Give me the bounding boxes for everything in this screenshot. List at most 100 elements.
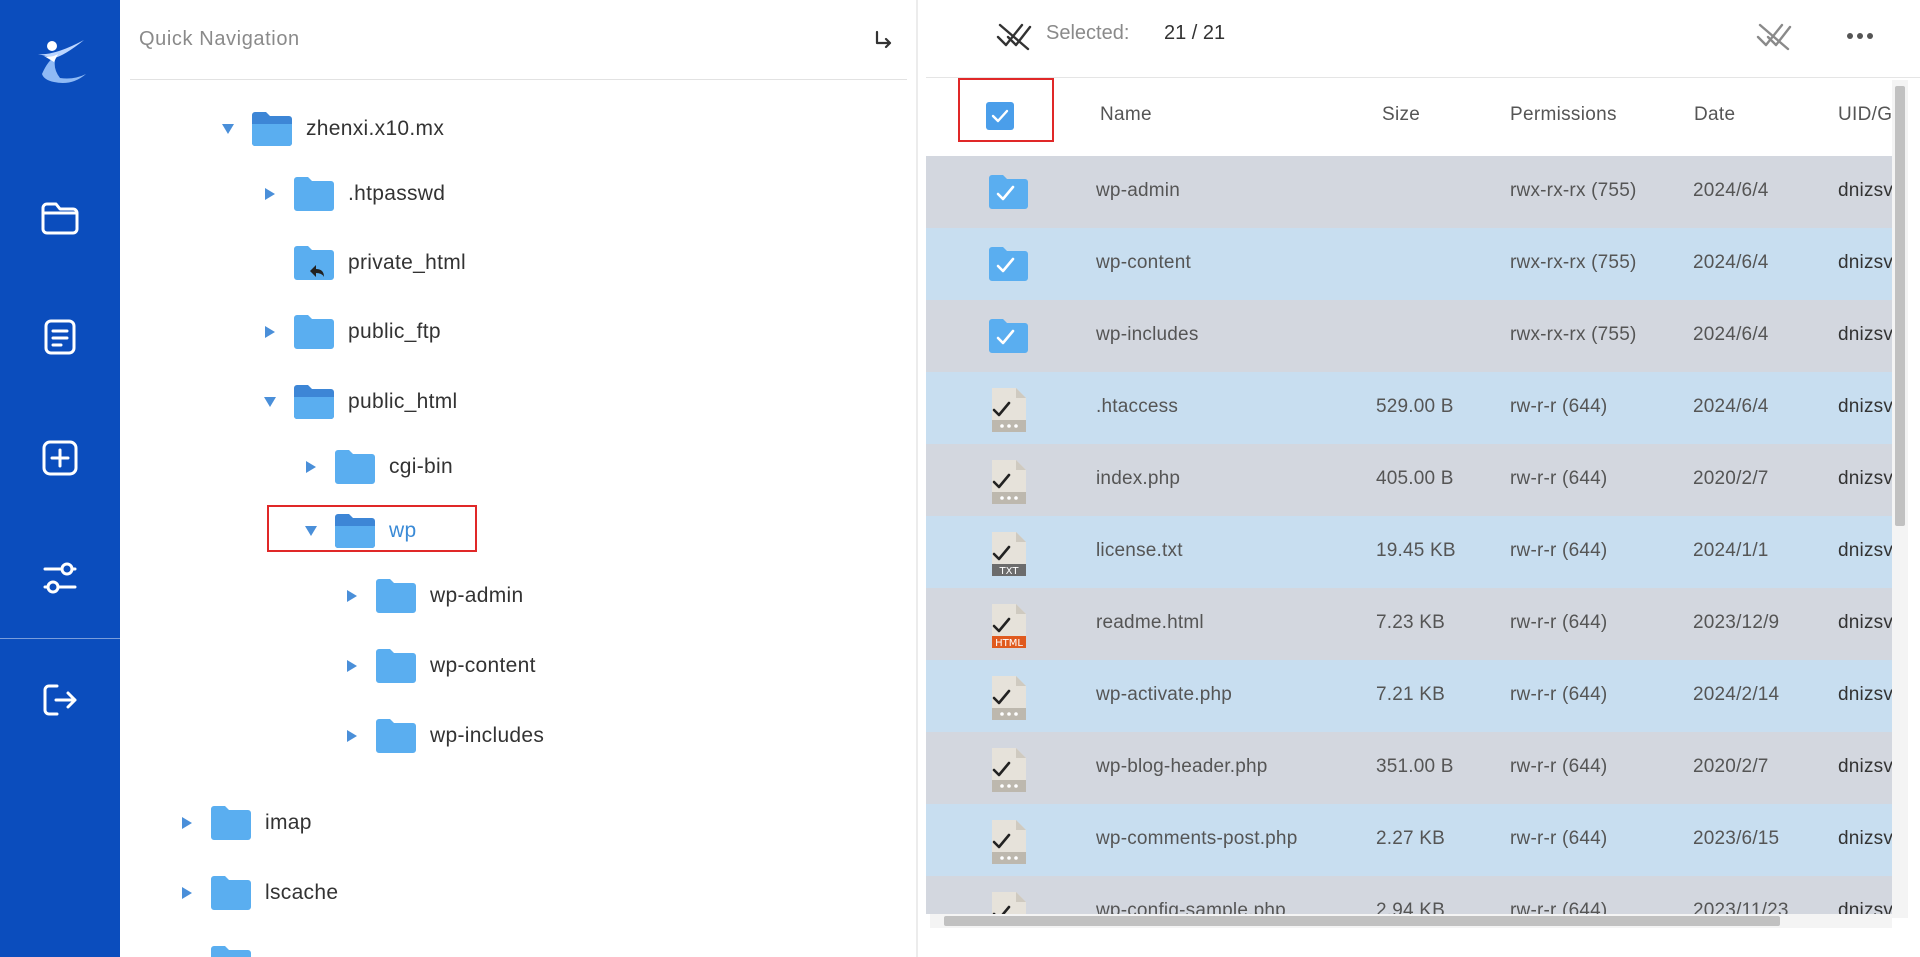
tree-node-public-ftp[interactable]: public_ftp [258,307,441,357]
file-list-panel: Selected: 21 / 21 Name Size Permissions … [926,0,1920,957]
file-name: wp-config-sample.php [1096,900,1286,914]
file-date: 2023/11/23 [1693,900,1789,914]
tree-node-public-html[interactable]: public_html [258,377,458,427]
table-row[interactable]: wp-content rwx-rx-rx (755) 2024/6/4 dnizsv [926,228,1892,300]
caret-down-icon[interactable] [216,117,240,141]
add-icon[interactable] [36,434,84,482]
arrow-down-right-icon[interactable] [869,26,897,54]
panel-splitter[interactable] [916,0,918,957]
file-uid: dnizsv [1838,612,1892,633]
caret-right-icon[interactable] [175,811,199,835]
file-checked-icon[interactable] [988,818,1030,866]
tree-node-wp-admin[interactable]: wp-admin [340,571,523,621]
document-icon[interactable] [36,313,84,361]
tree-node-wp-content[interactable]: wp-content [340,641,536,691]
caret-right-icon[interactable] [340,724,364,748]
sidebar-divider [0,638,120,639]
caret-down-icon[interactable] [258,390,282,414]
file-uid: dnizsv [1838,396,1892,417]
file-date: 2020/2/7 [1693,468,1769,489]
file-checked-icon[interactable] [988,386,1030,434]
vertical-scrollbar-thumb[interactable] [1895,86,1905,526]
file-checked-icon[interactable] [988,458,1030,506]
deselect-icon[interactable] [1754,18,1794,54]
file-uid: dnizsv [1838,756,1892,777]
file-permissions: rwx-rx-rx (755) [1510,180,1637,201]
horizontal-scrollbar[interactable] [930,914,1892,928]
tree-node-label: lscache [265,881,339,904]
tree-node-label: imap [265,811,312,834]
table-row[interactable]: wp-blog-header.php 351.00 B rw-r-r (644) 20… [926,732,1892,804]
caret-right-icon[interactable] [340,654,364,678]
caret-right-icon[interactable] [299,455,323,479]
column-header-name[interactable]: Name [1100,104,1152,126]
table-row[interactable]: wp-admin rwx-rx-rx (755) 2024/6/4 dnizsv [926,156,1892,228]
file-checked-icon[interactable] [988,674,1030,722]
file-size: 7.23 KB [1376,612,1446,633]
logout-icon[interactable] [36,676,84,724]
tree-node-label: wp-includes [430,724,545,747]
table-row[interactable]: .htaccess 529.00 B rw-r-r (644) 2024/6/4 dni… [926,372,1892,444]
vertical-scrollbar[interactable] [1892,80,1908,918]
tree-node-wp-includes[interactable]: wp-includes [340,711,544,761]
column-header-uid[interactable]: UID/G [1838,104,1892,126]
caret-down-icon[interactable] [299,519,323,543]
folder-link-icon [292,245,336,281]
tree-node-cgi-bin[interactable]: cgi-bin [299,442,453,492]
file-uid: dnizsv [1838,828,1892,849]
table-row[interactable]: index.php 405.00 B rw-r-r (644) 2020/2/7 dni… [926,444,1892,516]
file-size: 351.00 B [1376,756,1454,777]
folder-icon [374,578,418,614]
txt-file-checked-icon[interactable]: TXT [988,530,1030,578]
table-row[interactable]: wp-includes rwx-rx-rx (755) 2024/6/4 dnizsv [926,300,1892,372]
table-row[interactable]: wp-comments-post.php 2.27 KB rw-r-r (644) 2… [926,804,1892,876]
tree-node-imap[interactable]: imap [175,798,312,848]
file-date: 2024/6/4 [1693,324,1769,345]
horizontal-scrollbar-thumb[interactable] [944,916,1780,926]
tree-node-zhenxi[interactable]: zhenxi.x10.mx [216,104,444,154]
file-rows: wp-admin rwx-rx-rx (755) 2024/6/4 dnizsv wp-… [926,154,1892,914]
swift-logo[interactable] [34,34,88,84]
html-file-checked-icon[interactable]: HTML [988,602,1030,650]
file-permissions: rw-r-r (644) [1510,900,1608,914]
caret-right-icon[interactable] [175,881,199,905]
folder-checked-icon[interactable] [988,246,1030,294]
table-row[interactable]: wp-activate.php 7.21 KB rw-r-r (644) 2024/2… [926,660,1892,732]
file-uid: dnizsv [1838,324,1892,345]
folder-checked-icon[interactable] [988,174,1030,222]
file-toolbar: Selected: 21 / 21 [926,0,1920,78]
more-options-icon[interactable] [1840,18,1880,54]
file-name: wp-includes [1096,324,1199,345]
file-size: 405.00 B [1376,468,1454,489]
folder-icon[interactable] [36,194,84,242]
file-name: wp-content [1096,252,1191,273]
file-checked-icon[interactable] [988,746,1030,794]
tree-node-wp[interactable]: wp [299,506,416,556]
tree-node-lscache[interactable]: lscache [175,868,338,918]
file-uid: dnizsv [1838,900,1892,914]
file-size: 2.94 KB [1376,900,1446,914]
folder-checked-icon[interactable] [988,318,1030,366]
deselect-all-icon[interactable] [994,18,1034,54]
file-uid: dnizsv [1838,180,1892,201]
table-row[interactable]: TXT license.txt 19.45 KB rw-r-r (644) 2024/1… [926,516,1892,588]
file-date: 2023/6/15 [1693,828,1780,849]
folder-icon [374,648,418,684]
file-checked-icon[interactable] [988,890,1030,914]
caret-right-icon[interactable] [258,182,282,206]
tree-node-private-html[interactable]: private_html [258,238,466,288]
caret-right-icon[interactable] [258,320,282,344]
table-row[interactable]: HTML readme.html 7.23 KB rw-r-r (644) 2023/1… [926,588,1892,660]
column-header-permissions[interactable]: Permissions [1510,104,1617,126]
tree-node-htpasswd[interactable]: .htpasswd [258,169,445,219]
file-date: 2024/6/4 [1693,180,1769,201]
tree-node-label: public_html [348,390,458,413]
file-date: 2020/2/7 [1693,756,1769,777]
file-date: 2024/1/1 [1693,540,1769,561]
column-header-size[interactable]: Size [1382,104,1420,126]
settings-sliders-icon[interactable] [36,554,84,602]
column-header-date[interactable]: Date [1694,104,1735,126]
file-name: wp-activate.php [1096,684,1233,705]
caret-right-icon[interactable] [340,584,364,608]
table-row[interactable]: wp-config-sample.php 2.94 KB rw-r-r (644) 2… [926,876,1892,914]
